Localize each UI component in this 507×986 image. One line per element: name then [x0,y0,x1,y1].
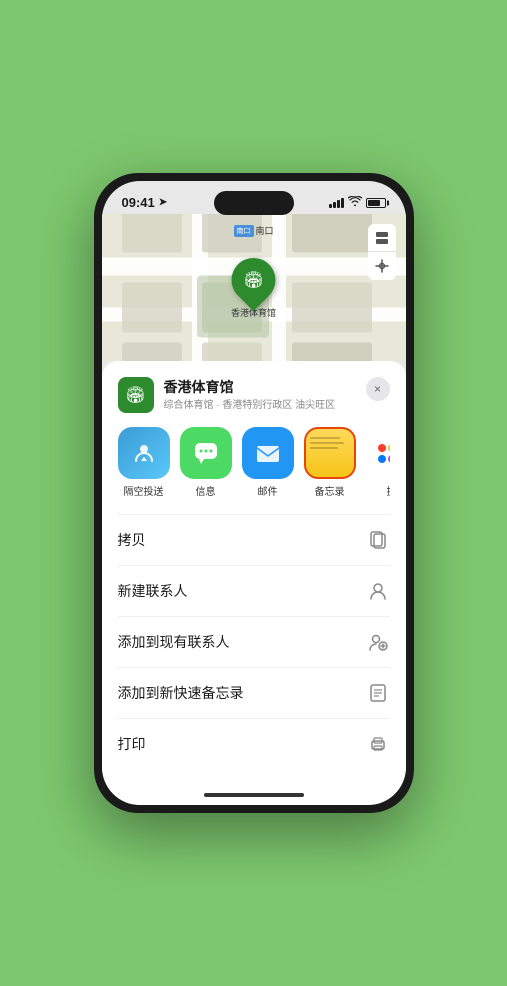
venue-header: 🏟 香港体育馆 综合体育馆 · 香港特别行政区 油尖旺区 × [118,377,390,413]
notes-lines [310,437,350,449]
status-icons [329,196,386,209]
signal-bars-icon [329,198,344,208]
share-mail[interactable]: 邮件 [242,427,294,498]
close-button[interactable]: × [366,377,390,401]
new-contact-label: 新建联系人 [118,581,188,601]
status-time: 09:41 ➤ [122,195,168,210]
dot-purple [388,455,390,463]
entrance-text: 南口 [255,224,273,237]
venue-subtitle: 综合体育馆 · 香港特别行政区 油尖旺区 [164,399,366,412]
bottom-sheet: 🏟 香港体育馆 综合体育馆 · 香港特别行政区 油尖旺区 × [102,361,406,785]
phone-frame: 09:41 ➤ [94,173,414,813]
dynamic-island [214,191,294,215]
notes-line-1 [310,437,340,439]
airdrop-icon [130,439,158,467]
map-area[interactable]: 南口 南口 [102,214,406,361]
messages-label: 信息 [196,483,216,498]
share-row: 隔空投送 信息 [118,427,390,498]
venue-icon: 🏟 [118,377,154,413]
share-notes[interactable]: 备忘录 [304,427,356,498]
battery-icon [366,198,386,208]
time-label: 09:41 [122,195,155,210]
location-button[interactable] [368,252,396,280]
airdrop-icon-box [118,427,170,479]
print-label: 打印 [118,734,146,754]
share-airdrop[interactable]: 隔空投送 [118,427,170,498]
more-icon-container [366,427,390,479]
map-controls [368,224,396,280]
stadium-icon: 🏟 [243,270,263,290]
wifi-icon [348,196,362,209]
share-messages[interactable]: 信息 [180,427,232,498]
action-quick-note[interactable]: 添加到新快速备忘录 [118,667,390,718]
location-arrow-icon: ➤ [159,197,167,208]
action-add-contact[interactable]: 添加到现有联系人 [118,616,390,667]
more-dots [378,444,390,463]
add-contact-label: 添加到现有联系人 [118,632,230,652]
notes-line-2 [310,442,344,444]
dot-row-2 [378,455,390,463]
map-layers-button[interactable] [368,224,396,252]
entrance-label: 南口 南口 [233,224,273,237]
dot-yellow [388,444,390,452]
quick-note-label: 添加到新快速备忘录 [118,683,244,703]
notes-label: 备忘录 [315,483,345,498]
share-more[interactable]: 提 [366,427,390,498]
mail-icon-box [242,427,294,479]
close-icon: × [374,382,381,396]
pin-marker: 🏟 [222,249,284,311]
add-contact-icon [366,630,390,654]
location-icon [375,259,389,273]
dot-red [378,444,386,452]
notes-icon-box [304,427,356,479]
copy-icon [366,528,390,552]
action-new-contact[interactable]: 新建联系人 [118,565,390,616]
home-bar [204,793,304,797]
dot-blue [378,455,386,463]
quick-note-icon [366,681,390,705]
airdrop-label: 隔空投送 [124,483,164,498]
entrance-tag: 南口 [233,225,253,237]
mail-icon [254,439,282,467]
action-copy[interactable]: 拷贝 [118,514,390,565]
dot-row-1 [378,444,390,452]
messages-icon [192,439,220,467]
copy-label: 拷贝 [118,530,146,550]
location-pin: 🏟 香港体育馆 [231,258,276,319]
print-icon [366,732,390,756]
mail-label: 邮件 [258,483,278,498]
home-indicator [102,785,406,805]
more-label: 提 [387,483,390,498]
action-print[interactable]: 打印 [118,718,390,769]
new-contact-icon [366,579,390,603]
messages-icon-box [180,427,232,479]
venue-name: 香港体育馆 [164,377,366,397]
notes-line-3 [310,447,338,449]
layers-icon [375,231,389,245]
phone-screen: 09:41 ➤ [102,181,406,805]
venue-info: 香港体育馆 综合体育馆 · 香港特别行政区 油尖旺区 [164,377,366,412]
action-list: 拷贝 新建联系人 [118,514,390,769]
